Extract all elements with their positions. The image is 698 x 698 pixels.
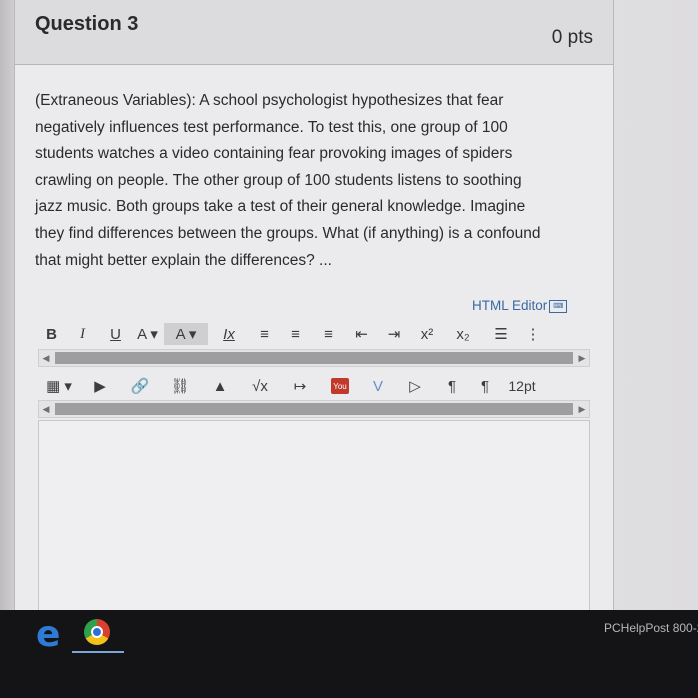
embed-button[interactable]: ↦ <box>280 375 320 397</box>
taskbar-watermark-text: PCHelpPost 800-2 <box>604 621 698 635</box>
align-right-button[interactable]: ≡ <box>312 323 345 345</box>
question-title: Question 3 <box>35 13 139 35</box>
unlink-button[interactable]: ⛓ <box>160 375 200 397</box>
scroll-left-icon[interactable]: ◀ <box>39 401 53 417</box>
media-button[interactable]: ▶ <box>80 375 120 397</box>
link-button[interactable]: 🔗 <box>120 375 160 397</box>
youtube-button[interactable]: You <box>331 378 349 394</box>
equation-button[interactable]: √x <box>240 375 280 397</box>
scroll-right-icon[interactable]: ▶ <box>575 401 589 417</box>
ltr-button[interactable]: ¶ <box>434 375 470 397</box>
outdent-button[interactable]: ⇤ <box>345 323 378 345</box>
image-button[interactable]: ▲ <box>200 375 240 397</box>
underline-button[interactable]: U <box>100 323 131 345</box>
toolbar-scrollbar-2[interactable]: ◀ ▶ <box>38 400 590 418</box>
html-editor-label[interactable]: HTML Editor <box>472 298 547 313</box>
clear-formatting-button[interactable]: Ix <box>208 323 250 345</box>
scroll-right-icon[interactable]: ▶ <box>575 350 589 366</box>
keyboard-icon[interactable]: ⌨ <box>549 299 568 313</box>
chevron-button[interactable]: V <box>360 375 396 397</box>
editor-toolbar-formatting: BIUA ▾ A ▾ Ix ≡ ≡ ≡ ⇤ ⇥ x² x₂ ☰ ⋮ <box>38 322 586 346</box>
background-color-button[interactable]: A ▾ <box>164 323 208 345</box>
italic-button[interactable]: I <box>65 323 100 345</box>
text-color-button[interactable]: A ▾ <box>131 323 164 345</box>
subscript-button[interactable]: x₂ <box>444 323 482 345</box>
scroll-thumb[interactable] <box>55 352 573 364</box>
rtl-button[interactable]: ¶ <box>470 375 500 397</box>
edge-browser-icon[interactable]: e <box>36 614 60 655</box>
toolbar-scrollbar-1[interactable]: ◀ ▶ <box>38 349 590 367</box>
chrome-browser-icon[interactable] <box>84 619 110 645</box>
active-app-indicator <box>72 651 124 653</box>
scroll-left-icon[interactable]: ◀ <box>39 350 53 366</box>
font-size-select[interactable]: 12pt <box>500 375 544 397</box>
align-left-button[interactable]: ≡ <box>250 323 279 345</box>
video-button[interactable]: ▷ <box>396 375 434 397</box>
bullet-list-button[interactable]: ☰ <box>482 323 520 345</box>
question-header: Question 3 0 pts <box>15 0 613 65</box>
align-center-button[interactable]: ≡ <box>279 323 312 345</box>
answer-editor[interactable] <box>38 420 590 611</box>
numbered-list-button[interactable]: ⋮ <box>520 323 546 345</box>
editor-toolbar-insert: ▦ ▾ ▶ 🔗 ⛓ ▲ √x ↦ You V ▷ ¶ ¶ 12pt <box>38 374 586 398</box>
table-button[interactable]: ▦ ▾ <box>38 375 80 397</box>
bold-button[interactable]: B <box>38 323 65 345</box>
question-text: (Extraneous Variables): A school psychol… <box>35 92 541 269</box>
question-points: 0 pts <box>551 27 593 48</box>
indent-button[interactable]: ⇥ <box>378 323 410 345</box>
html-editor-link[interactable]: HTML Editor ⌨ <box>472 298 568 313</box>
scroll-thumb[interactable] <box>55 403 573 415</box>
superscript-button[interactable]: x² <box>410 323 444 345</box>
